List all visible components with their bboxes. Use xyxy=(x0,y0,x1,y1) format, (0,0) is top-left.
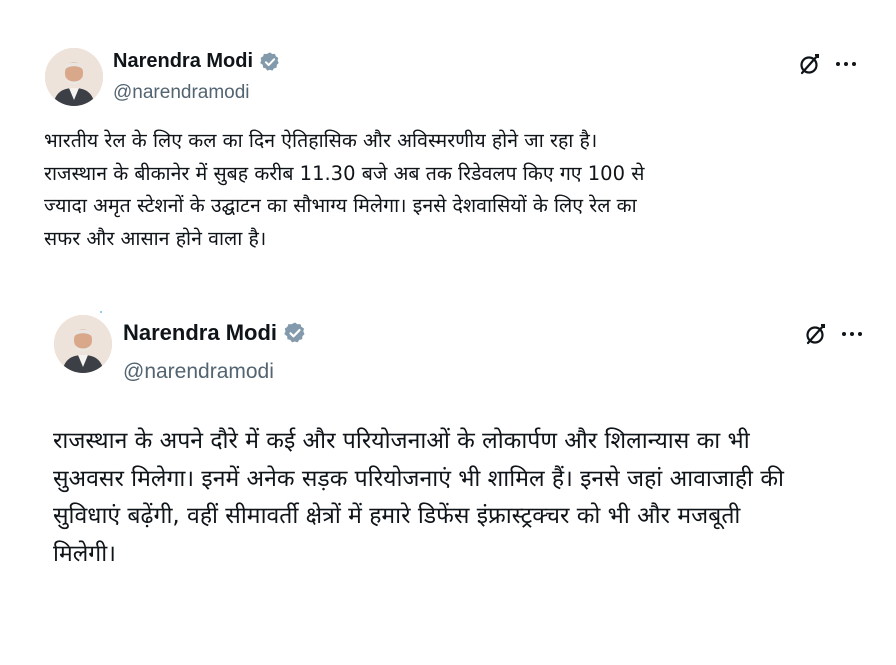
author-handle[interactable]: @narendramodi xyxy=(113,82,250,104)
author-name-row: Narendra Modi xyxy=(123,320,307,346)
grok-icon[interactable] xyxy=(804,322,828,346)
tweet-card[interactable]: Narendra Modi @narendramodi भारतीय रेल क… xyxy=(0,0,896,300)
more-dot xyxy=(836,62,840,66)
tweet-actions xyxy=(798,52,856,76)
verified-badge-icon[interactable] xyxy=(259,51,281,73)
tweet-text: राजस्थान के अपने दौरे में कई और परियोजना… xyxy=(53,428,784,567)
more-dot xyxy=(852,62,856,66)
more-dot xyxy=(844,62,848,66)
more-dot xyxy=(858,332,862,336)
author-name[interactable]: Narendra Modi xyxy=(123,320,277,346)
verified-badge-icon[interactable] xyxy=(283,321,307,345)
tweet-text: भारतीय रेल के लिए कल का दिन ऐतिहासिक और … xyxy=(44,129,645,250)
author-avatar[interactable] xyxy=(45,48,103,106)
more-options-icon[interactable] xyxy=(842,322,862,346)
author-handle[interactable]: @narendramodi xyxy=(123,360,274,384)
author-name-row: Narendra Modi xyxy=(113,50,281,73)
more-options-icon[interactable] xyxy=(836,52,856,76)
more-dot xyxy=(842,332,846,336)
author-avatar[interactable] xyxy=(54,315,112,373)
tweet-actions xyxy=(804,322,862,346)
more-dot xyxy=(850,332,854,336)
tweet-card[interactable]: Narendra Modi @narendramodi राजस्थान के … xyxy=(0,300,896,665)
grok-icon[interactable] xyxy=(798,52,822,76)
author-name[interactable]: Narendra Modi xyxy=(113,50,253,73)
